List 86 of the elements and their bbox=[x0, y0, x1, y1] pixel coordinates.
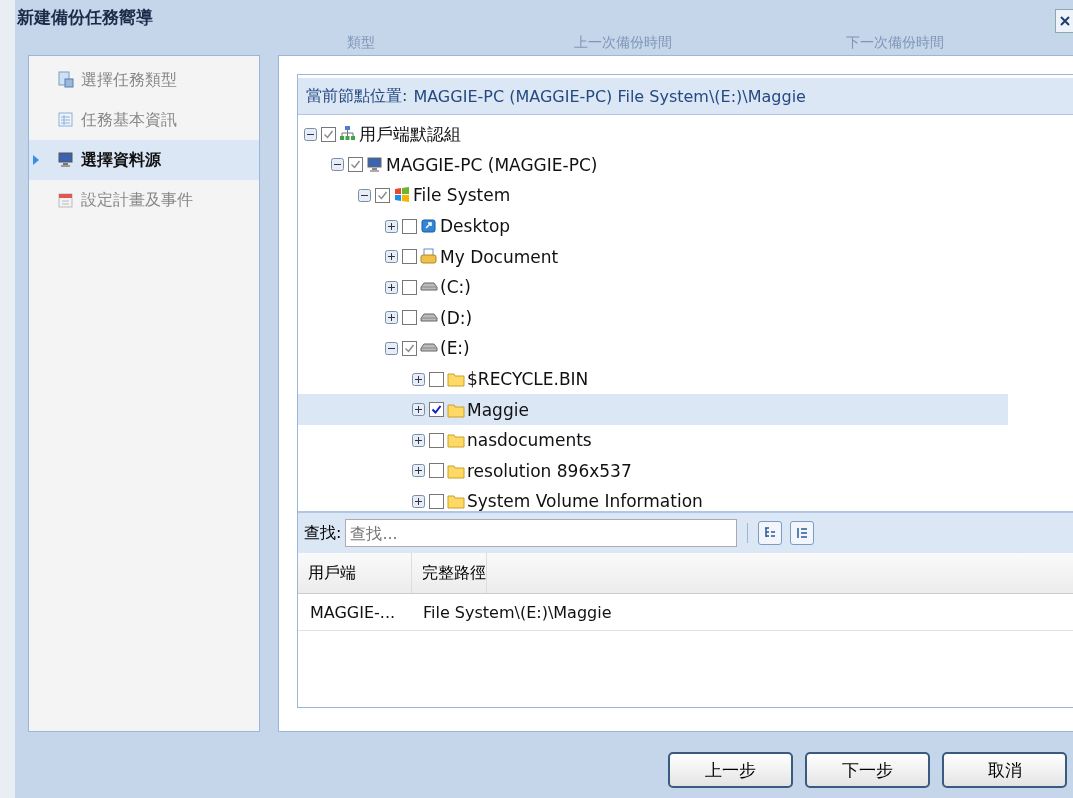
tree-row[interactable]: (C:) bbox=[298, 271, 1008, 303]
wizard-button[interactable]: 取消 bbox=[942, 752, 1067, 788]
checkbox[interactable] bbox=[321, 126, 336, 142]
monitor-icon bbox=[366, 155, 384, 174]
tree-label: $RECYCLE.BIN bbox=[467, 369, 589, 390]
location-label: 當前節點位置: bbox=[306, 85, 408, 107]
background-column-header: 下一次備份時間 bbox=[845, 34, 945, 50]
expand-icon[interactable] bbox=[412, 403, 425, 417]
checkbox[interactable] bbox=[429, 463, 444, 479]
checkbox[interactable] bbox=[348, 157, 363, 173]
tree-view-icon bbox=[763, 526, 778, 540]
table-cell-text: MAGGIE-... bbox=[309, 601, 397, 624]
tree-row[interactable]: My Document bbox=[298, 241, 1008, 272]
tree-row[interactable]: MAGGIE-PC (MAGGIE-PC) bbox=[298, 149, 1008, 181]
tree-row[interactable]: 用戶端默認組 bbox=[298, 119, 1008, 150]
expand-icon[interactable] bbox=[412, 372, 425, 386]
collapse-icon[interactable] bbox=[358, 189, 371, 202]
expand-icon[interactable] bbox=[412, 433, 425, 447]
tree-label: File System bbox=[413, 185, 511, 206]
tree-label: Desktop bbox=[440, 216, 511, 237]
tree-label: (D:) bbox=[440, 307, 473, 328]
search-field[interactable]: 查找... bbox=[345, 519, 738, 547]
tree-label: My Document bbox=[440, 246, 559, 267]
window-title: 新建備份任務嚮導 bbox=[17, 5, 153, 29]
expand-icon[interactable] bbox=[412, 464, 425, 478]
wizard-button[interactable]: 上一步 bbox=[668, 752, 793, 788]
tree-label: System Volume Information bbox=[467, 491, 703, 512]
wizard-button[interactable]: 下一步 bbox=[805, 752, 930, 788]
calendar-icon bbox=[57, 191, 75, 209]
column-header[interactable]: 用戶端 bbox=[298, 553, 412, 593]
list-view-button[interactable] bbox=[790, 521, 815, 545]
pointer-icon bbox=[33, 155, 39, 165]
tree-label: 用戶端默認組 bbox=[359, 122, 461, 146]
tree-label: (C:) bbox=[440, 277, 471, 298]
tree-label: Maggie bbox=[467, 399, 529, 420]
checkbox[interactable] bbox=[402, 218, 417, 234]
search-label: 查找: bbox=[304, 522, 342, 544]
folder-icon bbox=[447, 370, 465, 389]
expand-icon[interactable] bbox=[385, 280, 398, 294]
desktop-shortcut-icon bbox=[420, 217, 438, 236]
expand-icon[interactable] bbox=[385, 250, 398, 264]
tree-row[interactable]: Desktop bbox=[298, 210, 1008, 242]
checkbox[interactable] bbox=[402, 340, 417, 356]
checkbox[interactable] bbox=[429, 432, 444, 448]
checkbox[interactable] bbox=[375, 188, 390, 203]
step-item[interactable]: 選擇資料源 bbox=[29, 140, 259, 180]
column-header[interactable]: 完整路徑 bbox=[412, 553, 487, 593]
list-view-icon bbox=[795, 526, 810, 540]
document-icon bbox=[57, 71, 75, 89]
checkbox[interactable] bbox=[402, 279, 417, 295]
tree-row[interactable]: resolution 896x537 bbox=[298, 455, 1008, 487]
checkbox[interactable] bbox=[429, 402, 444, 418]
table-icon bbox=[57, 111, 75, 129]
tree-label: MAGGIE-PC (MAGGIE-PC) bbox=[386, 154, 598, 175]
tree-row[interactable]: System Volume Information bbox=[298, 486, 1008, 517]
expand-icon[interactable] bbox=[412, 494, 425, 508]
monitor-icon bbox=[57, 151, 75, 169]
checkbox[interactable] bbox=[402, 310, 417, 326]
windows-logo-icon bbox=[393, 186, 411, 205]
expand-icon[interactable] bbox=[385, 219, 398, 233]
tree-label: (E:) bbox=[440, 338, 470, 359]
background-column-header: 類型 bbox=[347, 34, 376, 50]
checkbox[interactable] bbox=[429, 371, 444, 387]
tree-label: nasdocuments bbox=[467, 430, 592, 451]
collapse-icon[interactable] bbox=[304, 127, 317, 141]
tree-label: resolution 896x537 bbox=[467, 460, 632, 481]
folder-icon bbox=[447, 492, 465, 511]
tree-row[interactable]: (E:) bbox=[298, 333, 1008, 364]
checkbox[interactable] bbox=[429, 493, 444, 509]
collapse-icon[interactable] bbox=[331, 158, 344, 172]
tree-row[interactable]: File System bbox=[298, 180, 1008, 211]
table-cell-text: File System\(E:)\Maggie bbox=[422, 601, 612, 624]
folder-icon bbox=[447, 431, 465, 450]
tree-row[interactable]: Maggie bbox=[298, 394, 1008, 425]
printer-icon bbox=[420, 247, 438, 266]
close-button[interactable] bbox=[1055, 9, 1073, 33]
close-icon bbox=[1059, 15, 1071, 27]
tree-view-button[interactable] bbox=[758, 521, 783, 545]
checkbox[interactable] bbox=[402, 249, 417, 265]
table-row[interactable]: MAGGIE-... File System\(E:)\Maggie bbox=[298, 594, 1073, 631]
tree-row[interactable]: $RECYCLE.BIN bbox=[298, 363, 1008, 395]
tree-row[interactable]: (D:) bbox=[298, 302, 1008, 334]
tree-row[interactable]: nasdocuments bbox=[298, 424, 1008, 456]
expand-icon[interactable] bbox=[385, 311, 398, 325]
location-path: MAGGIE-PC (MAGGIE-PC) File System\(E:)\Maggie bbox=[413, 86, 806, 106]
collapse-icon[interactable] bbox=[385, 341, 398, 355]
